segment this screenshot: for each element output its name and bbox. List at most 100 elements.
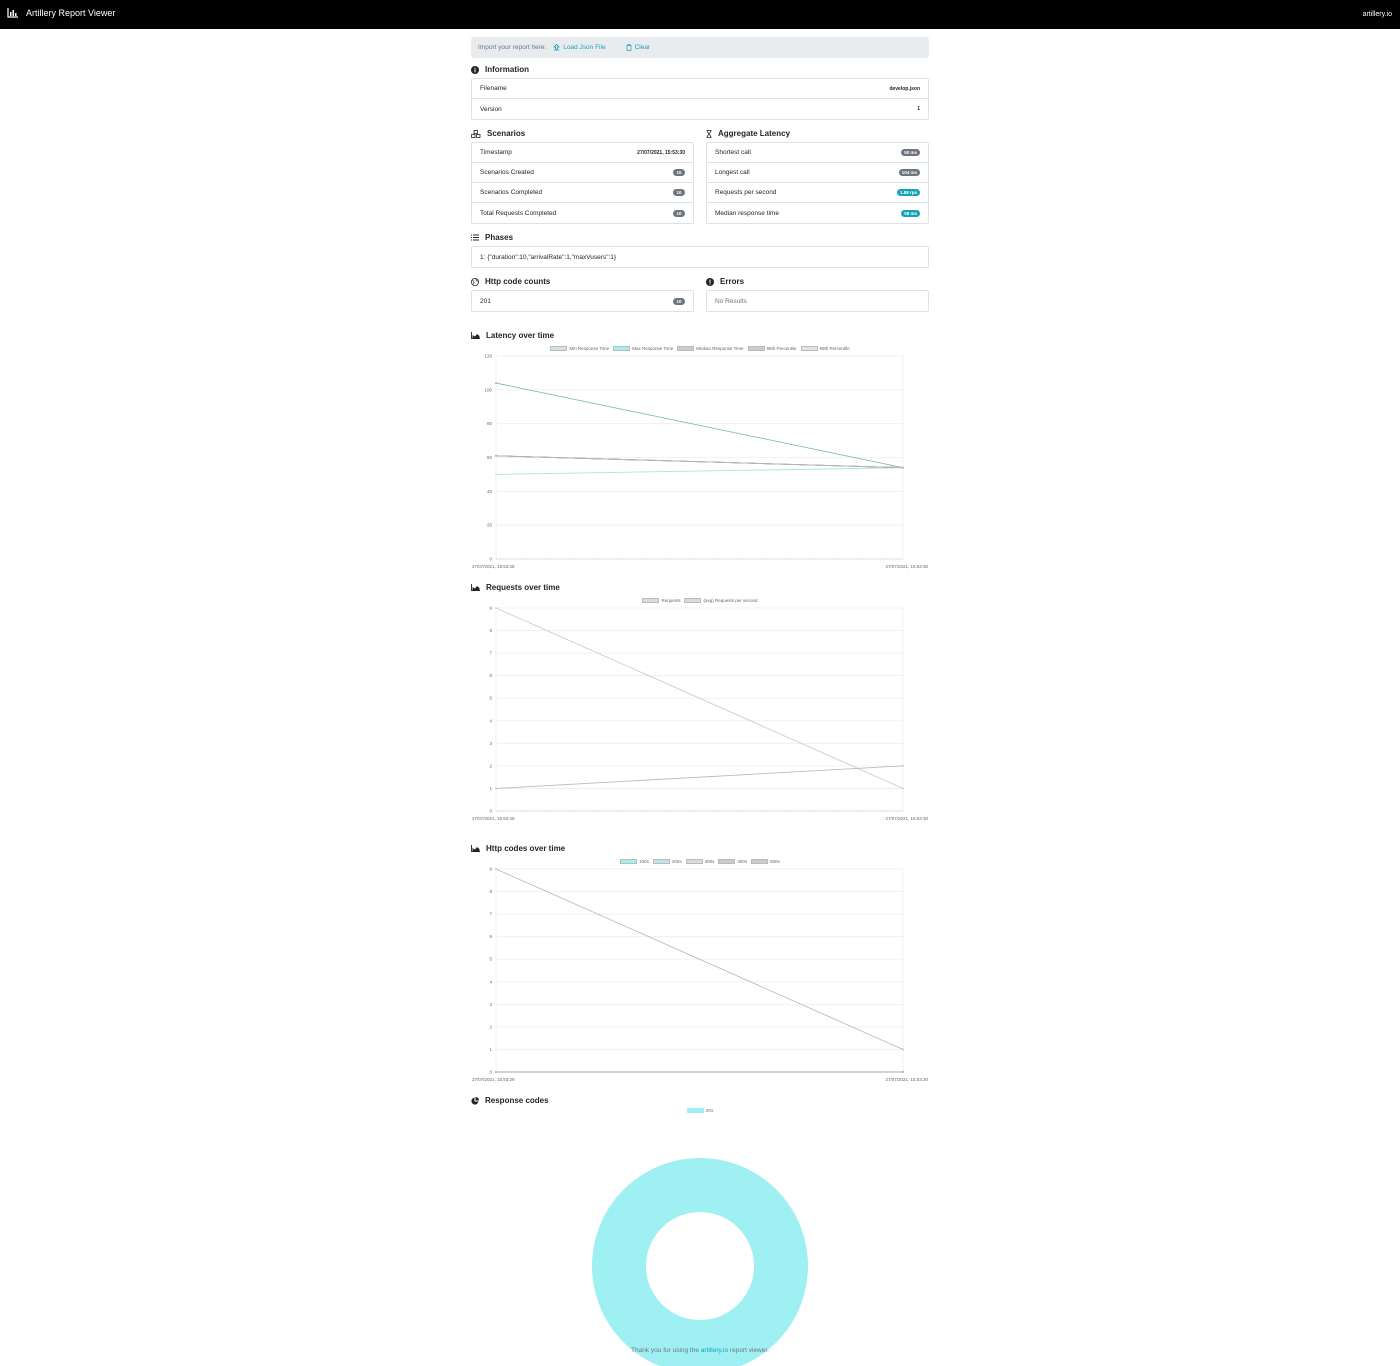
navbar-brand[interactable]: Artillery Report Viewer [7, 8, 115, 18]
http-code-counts-title: Http code counts [471, 277, 550, 286]
y-tick-label: 3 [489, 741, 492, 746]
information-list: Filename develop.json Version 1 [471, 78, 929, 120]
data-point[interactable] [495, 454, 497, 457]
y-tick-label: 1 [489, 1047, 492, 1052]
y-tick-label: 4 [489, 718, 492, 723]
bar-chart-icon [7, 8, 18, 18]
y-tick-label: 8 [489, 889, 492, 894]
data-point[interactable] [495, 382, 497, 384]
data-point[interactable] [902, 1048, 904, 1051]
doughnut-plot [592, 1158, 808, 1366]
latency-badge: 50 ms [901, 149, 920, 156]
errors-list: No Results [706, 290, 929, 312]
data-point[interactable] [902, 466, 904, 469]
exclamation-circle-icon [706, 277, 714, 286]
y-tick-label: 80 [487, 421, 493, 426]
x-tick-label: 27/07/2021, 15:53:29 [472, 816, 515, 821]
chart-plot: 0 1 2 3 4 5 6 7 8 9 27/07/2021, 15:53:29 27/07/2021… [472, 606, 928, 822]
data-point[interactable] [495, 868, 497, 870]
footer: Thank you for using the artillery.io rep… [631, 1347, 769, 1354]
y-tick-label: 20 [487, 523, 493, 528]
list-item: Median response time 58 ms [707, 203, 928, 223]
footer-artillery-link[interactable]: artillery.io [701, 1347, 728, 1354]
list-item: No Results [707, 291, 928, 311]
y-tick-label: 40 [487, 489, 493, 494]
requests-chart: Requests (avg) Requests per second 0 1 2 3 4 5 6… [471, 597, 929, 827]
load-json-button[interactable]: Load Json File [553, 44, 606, 51]
list-icon [471, 234, 479, 241]
y-tick-label: 2 [489, 763, 492, 768]
phases-list: 1: {"duration":10,"arrivalRate":1,"maxVu… [471, 246, 929, 268]
hourglass-icon [706, 129, 712, 138]
list-item: Total Requests Completed 10 [472, 203, 693, 223]
data-point[interactable] [902, 787, 904, 790]
chart-plot: 0 1 2 3 4 5 6 7 8 9 27/07/2021, 15:53:29 27/07/2021… [472, 867, 928, 1083]
list-item: 201 10 [472, 291, 693, 311]
clear-button[interactable]: Clear [626, 44, 651, 51]
boxes-icon [471, 129, 481, 138]
list-item: Shortest call 50 ms [707, 143, 928, 163]
latency-badge: 104 ms [898, 169, 920, 176]
data-point[interactable] [495, 787, 497, 790]
load-json-label: Load Json File [563, 44, 606, 51]
data-point[interactable] [902, 764, 904, 767]
list-item: Version 1 [480, 105, 920, 113]
y-tick-label: 0 [489, 809, 492, 814]
scenarios-list: Timestamp 27/07/2021, 15:53:30 Scenarios… [471, 142, 694, 224]
doughnut-slice[interactable] [592, 1158, 808, 1366]
y-tick-label: 4 [489, 979, 492, 984]
navbar-title: Artillery Report Viewer [26, 8, 116, 18]
filename-value: develop.json [889, 85, 920, 92]
list-item: Timestamp 27/07/2021, 15:53:30 [472, 143, 693, 163]
x-tick-label: 27/07/2021, 15:53:30 [885, 1077, 928, 1082]
y-tick-label: 8 [489, 628, 492, 633]
x-tick-label: 27/07/2021, 15:53:30 [885, 816, 928, 821]
import-bar: Import your report here: Load Json File … [471, 37, 929, 58]
list-item: Longest call 104 ms [707, 163, 928, 183]
series-line [495, 467, 904, 475]
y-tick-label: 0 [489, 557, 492, 562]
list-item: Filename develop.json [472, 79, 928, 99]
pie-chart-icon [471, 1096, 479, 1105]
data-point[interactable] [495, 607, 497, 609]
y-tick-label: 0 [489, 1070, 492, 1075]
latency-list: Shortest call 50 ms Longest call 104 ms … [706, 142, 929, 224]
no-results-text: No Results [715, 297, 747, 305]
upload-icon [553, 44, 561, 51]
list-item: 1: {"duration":10,"arrivalRate":1,"maxVu… [472, 247, 928, 267]
x-tick-label: 27/07/2021, 15:53:30 [885, 564, 928, 569]
series-line [495, 765, 904, 789]
area-chart-icon [471, 332, 480, 339]
info-circle-icon [471, 65, 479, 74]
data-point[interactable] [902, 1071, 904, 1073]
y-tick-label: 120 [484, 354, 492, 359]
y-tick-label: 60 [487, 455, 493, 460]
information-title: Information [471, 65, 529, 74]
y-tick-label: 7 [489, 651, 492, 656]
data-point[interactable] [495, 1071, 497, 1073]
series-line [495, 382, 904, 469]
requests-chart-title: Requests over time [471, 583, 560, 592]
y-tick-label: 2 [489, 1024, 492, 1029]
scenarios-title: Scenarios [471, 129, 525, 138]
data-point[interactable] [495, 473, 497, 476]
response-codes-title: Response codes [471, 1096, 549, 1105]
clear-label: Clear [634, 44, 651, 51]
chart-plot: 0 20 40 60 80 100 120 27/07/2021, 15:53:29 27/07… [472, 354, 928, 570]
latency-chart-title: Latency over time [471, 331, 554, 340]
y-tick-label: 1 [489, 786, 492, 791]
list-item: Requests per second 1.88 rps [707, 183, 928, 203]
globe-icon [471, 277, 479, 286]
phase-text: 1: {"duration":10,"arrivalRate":1,"maxVu… [480, 253, 617, 261]
aggregate-latency-title: Aggregate Latency [706, 129, 790, 138]
artillery-link[interactable]: artillery.io [1363, 11, 1392, 18]
http-codes-chart-title: Http codes over time [471, 844, 565, 853]
list-item: Scenarios Created 10 [472, 163, 693, 183]
x-tick-label: 27/07/2021, 15:53:29 [472, 564, 515, 569]
y-tick-label: 100 [484, 387, 492, 392]
http-codes-chart: 100s 200s 300s 400s 500s 0 1 2 3 4 5 6 7 8 9 27/07/2021… [471, 858, 929, 1088]
http-codes-list: 201 10 [471, 290, 694, 312]
y-tick-label: 5 [489, 696, 492, 701]
y-tick-label: 9 [489, 606, 492, 611]
rps-badge: 1.88 rps [896, 189, 920, 196]
